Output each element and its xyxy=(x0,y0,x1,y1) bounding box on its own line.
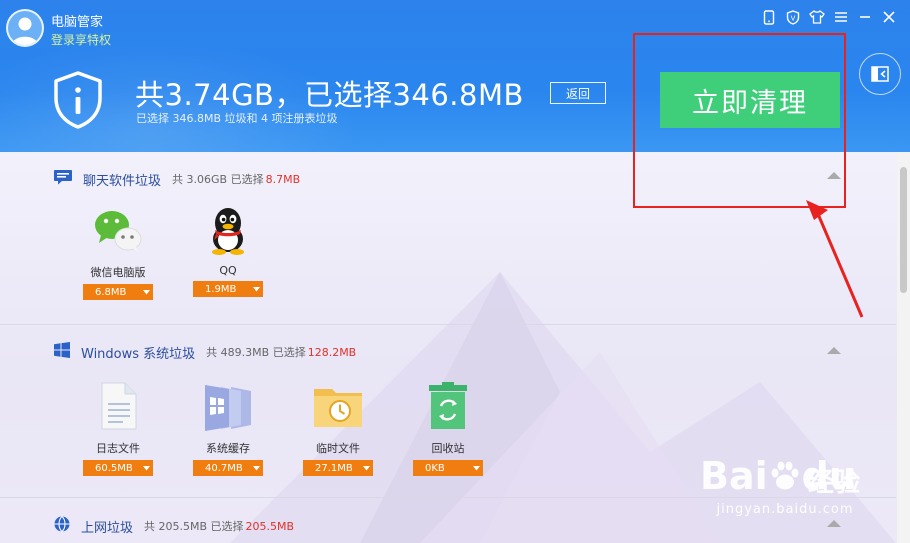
section-total: 共 489.3MB 已选择 xyxy=(206,346,306,359)
close-icon[interactable] xyxy=(880,8,898,26)
caret-down-icon xyxy=(249,286,263,292)
size-value: 1.9MB xyxy=(205,283,237,295)
shield-icon xyxy=(52,70,104,130)
caret-down-icon xyxy=(139,465,153,471)
globe-icon xyxy=(53,515,71,537)
section-header-windows: Windows 系统垃圾 共 489.3MB 已选择 128.2MB xyxy=(53,342,356,362)
section-divider xyxy=(0,324,896,325)
watermark-jingyan: 经验 xyxy=(808,468,861,498)
size-value: 6.8MB xyxy=(95,286,127,298)
shirt-icon[interactable] xyxy=(808,8,826,26)
junk-item-name: QQ xyxy=(219,264,237,277)
section-total: 共 3.06GB 已选择 xyxy=(172,173,264,186)
collapse-arrow-icon[interactable] xyxy=(827,347,841,354)
section-header-internet: 上网垃圾 共 205.5MB 已选择 205.5MB xyxy=(53,515,294,537)
qq-penguin-icon xyxy=(193,204,263,256)
baidu-watermark: Bai du 经验 jingyan.baidu.com xyxy=(700,440,870,520)
size-value: 27.1MB xyxy=(315,462,353,474)
section-selected: 8.7MB xyxy=(265,172,301,186)
section-selected: 205.5MB xyxy=(245,519,295,533)
wechat-icon xyxy=(83,204,153,256)
recycle-bin-icon xyxy=(413,380,483,432)
section-title: Windows 系统垃圾 xyxy=(81,346,196,362)
windows-logo-icon xyxy=(53,342,71,362)
section-title: 上网垃圾 xyxy=(81,520,134,536)
window-controls: V xyxy=(760,8,898,26)
size-dropdown[interactable]: 60.5MB xyxy=(83,460,153,476)
log-file-icon xyxy=(83,380,153,432)
caret-down-icon xyxy=(139,289,153,295)
annotation-highlight-box xyxy=(633,33,846,208)
paw-icon xyxy=(771,461,799,490)
back-button[interactable]: 返回 xyxy=(550,82,606,104)
section-total: 共 205.5MB 已选择 xyxy=(144,520,244,533)
size-dropdown[interactable]: 1.9MB xyxy=(193,281,263,297)
size-value: 40.7MB xyxy=(205,462,243,474)
chat-bubble-icon xyxy=(53,169,73,189)
junk-item-name: 回收站 xyxy=(431,442,465,455)
junk-item-system-cache[interactable]: 系统缓存 40.7MB xyxy=(193,380,263,476)
scroll-thumb[interactable] xyxy=(900,167,907,293)
section-header-chat: 聊天软件垃圾 共 3.06GB 已选择 8.7MB xyxy=(53,169,300,189)
size-value: 60.5MB xyxy=(95,462,133,474)
junk-item-name: 系统缓存 xyxy=(206,442,250,455)
junk-item-name: 微信电脑版 xyxy=(90,266,146,279)
size-dropdown[interactable]: 27.1MB xyxy=(303,460,373,476)
junk-item-wechat[interactable]: 微信电脑版 6.8MB xyxy=(83,204,153,300)
size-dropdown[interactable]: 0KB xyxy=(413,460,483,476)
junk-item-name: 临时文件 xyxy=(316,442,360,455)
system-cache-icon xyxy=(193,380,263,432)
scrollbar[interactable] xyxy=(897,152,910,543)
size-value: 0KB xyxy=(425,462,445,474)
size-dropdown[interactable]: 40.7MB xyxy=(193,460,263,476)
section-selected: 128.2MB xyxy=(307,345,357,359)
cleanup-summary: 共3.74GB，已选择346.8MB xyxy=(135,78,524,112)
minimize-icon[interactable] xyxy=(856,8,874,26)
junk-item-qq[interactable]: QQ 1.9MB xyxy=(193,204,263,297)
junk-item-name: 日志文件 xyxy=(96,442,140,455)
phone-icon[interactable] xyxy=(760,8,778,26)
app-title: 电脑管家 xyxy=(51,15,104,30)
cleanup-summary-detail: 已选择 346.8MB 垃圾和 4 项注册表垃圾 xyxy=(136,112,338,125)
size-dropdown[interactable]: 6.8MB xyxy=(83,284,153,300)
caret-down-icon xyxy=(249,465,263,471)
caret-down-icon xyxy=(359,465,373,471)
junk-item-temp-files[interactable]: 临时文件 27.1MB xyxy=(303,380,373,476)
junk-item-recycle-bin[interactable]: 回收站 0KB xyxy=(413,380,483,476)
temp-folder-icon xyxy=(303,380,373,432)
section-title: 聊天软件垃圾 xyxy=(83,173,162,189)
svg-text:V: V xyxy=(791,14,796,22)
avatar[interactable] xyxy=(6,9,44,47)
side-panel-toggle-icon[interactable] xyxy=(859,53,901,95)
caret-down-icon xyxy=(469,465,483,471)
watermark-url: jingyan.baidu.com xyxy=(716,502,854,517)
junk-item-log-files[interactable]: 日志文件 60.5MB xyxy=(83,380,153,476)
menu-icon[interactable] xyxy=(832,8,850,26)
login-privilege-link[interactable]: 登录享特权 xyxy=(51,31,111,48)
shield-badge-icon[interactable]: V xyxy=(784,8,802,26)
collapse-arrow-icon[interactable] xyxy=(827,520,841,527)
